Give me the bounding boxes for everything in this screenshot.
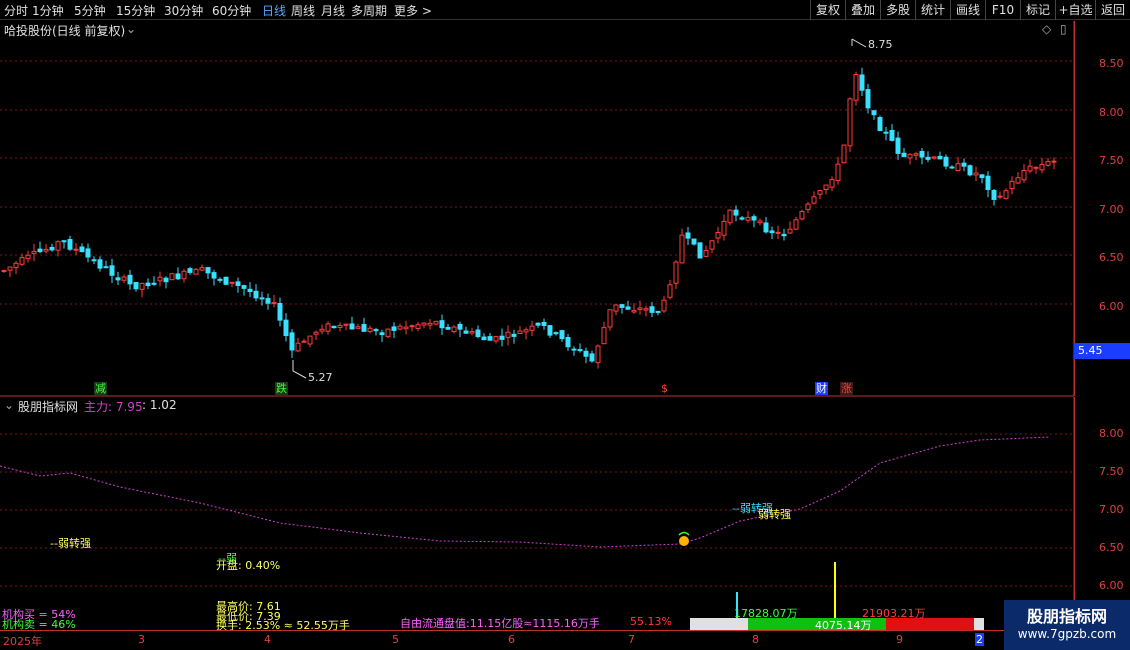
more-periods-menu[interactable]: 更多 > xyxy=(394,2,432,19)
candlestick-series xyxy=(1,67,1057,369)
low-price-label: 5.27 xyxy=(308,371,333,384)
event-tag-finance[interactable]: 财 xyxy=(815,382,828,395)
price-tick: 6.50 xyxy=(1099,251,1124,264)
current-price-badge: 5.45 xyxy=(1074,343,1130,359)
statistics-button[interactable]: 统计 xyxy=(915,0,950,20)
period-tab-daily[interactable]: 日线 xyxy=(262,2,286,19)
period-tab-monthly[interactable]: 月线 xyxy=(321,2,345,19)
overlay-button[interactable]: 叠加 xyxy=(845,0,880,20)
period-tab-15min[interactable]: 15分钟 xyxy=(116,2,155,19)
event-tag-reduce[interactable]: 减 xyxy=(94,382,107,395)
event-tag-dollar[interactable]: $ xyxy=(660,382,669,395)
signal-dot-icon xyxy=(679,536,689,546)
pct-stat: 55.13% xyxy=(630,615,672,628)
logo-title: 股朋指标网 xyxy=(1026,607,1107,626)
period-toolbar: 分时 1分钟 5分钟 15分钟 30分钟 60分钟 日线 周线 月线 多周期 更… xyxy=(0,0,1130,20)
price-tick: 7.50 xyxy=(1099,154,1124,167)
month-label: 9 xyxy=(896,633,903,646)
logo-url: www.7gpzb.com xyxy=(1017,627,1117,641)
date-axis: 2025年 3 4 5 6 7 8 9 2 xyxy=(0,630,1130,650)
adjust-button[interactable]: 复权 xyxy=(810,0,845,20)
site-logo: 股朋指标网 www.7gpzb.com xyxy=(1004,600,1130,650)
month-label: 4 xyxy=(264,633,271,646)
period-tab-multi[interactable]: 多周期 xyxy=(351,2,387,19)
indicator-tick: 6.00 xyxy=(1099,579,1124,592)
month-label: 2025年 xyxy=(3,635,42,648)
period-tab-1min[interactable]: 1分钟 xyxy=(32,2,64,19)
ratio-label: : 1.02 xyxy=(142,398,177,412)
price-tick: 6.00 xyxy=(1099,300,1124,313)
window-toggle-icon[interactable]: ▯ xyxy=(1060,22,1067,36)
indicator-grid xyxy=(0,433,1074,587)
main-force-line xyxy=(0,436,1051,548)
main-force-label: 主力: 7.95 xyxy=(84,400,143,414)
month-label: 6 xyxy=(508,633,515,646)
chevron-down-icon[interactable]: ⌄ xyxy=(126,22,136,36)
diamond-icon[interactable]: ◇ xyxy=(1042,22,1051,36)
indicator-axis: 8.00 7.50 7.00 6.50 6.00 xyxy=(1074,397,1130,630)
indicator-tick: 7.00 xyxy=(1099,503,1124,516)
month-label: 2 xyxy=(975,633,984,646)
stock-title: 哈投股份(日线 前复权) xyxy=(4,24,126,38)
price-tick: 8.00 xyxy=(1099,106,1124,119)
event-tag-fall[interactable]: 跌 xyxy=(275,382,288,395)
signal-weak-to-strong: 弱转强 xyxy=(758,508,791,521)
signal-weak-to-strong: --弱转强 xyxy=(50,537,91,550)
price-tick: 7.00 xyxy=(1099,203,1124,216)
month-label: 5 xyxy=(392,633,399,646)
period-tab-30min[interactable]: 30分钟 xyxy=(164,2,203,19)
month-label: 7 xyxy=(628,633,635,646)
month-label: 3 xyxy=(138,633,145,646)
vol-left-label: 17828.07万 xyxy=(734,607,798,620)
indicator-tick: 8.00 xyxy=(1099,427,1124,440)
chart-canvas[interactable] xyxy=(0,21,1074,630)
month-label: 8 xyxy=(752,633,759,646)
period-tab-5min[interactable]: 5分钟 xyxy=(74,2,106,19)
price-tick: 8.50 xyxy=(1099,57,1124,70)
back-button[interactable]: 返回 xyxy=(1095,0,1130,20)
period-tab-weekly[interactable]: 周线 xyxy=(291,2,315,19)
high-price-label: 8.75 xyxy=(868,38,893,51)
period-tab-60min[interactable]: 60分钟 xyxy=(212,2,251,19)
chevron-down-icon[interactable]: ⌄ xyxy=(4,398,14,412)
vol-right-label: 21903.21万 xyxy=(862,607,926,620)
indicator-tick: 6.50 xyxy=(1099,541,1124,554)
period-tab-tick[interactable]: 分时 xyxy=(4,2,28,19)
indicator-tick: 7.50 xyxy=(1099,465,1124,478)
open-pct-label: 开盘: 0.40% xyxy=(216,559,281,572)
f10-button[interactable]: F10 xyxy=(985,0,1020,20)
price-grid xyxy=(0,60,1074,305)
add-watchlist-button[interactable]: +自选 xyxy=(1055,0,1095,20)
mark-button[interactable]: 标记 xyxy=(1020,0,1055,20)
draw-line-button[interactable]: 画线 xyxy=(950,0,985,20)
indicator-title: 股朋指标网 xyxy=(18,400,79,414)
event-tag-rise[interactable]: 涨 xyxy=(840,382,853,395)
multi-stock-button[interactable]: 多股 xyxy=(880,0,915,20)
float-cap-stat: 自由流通盘值:11.15亿股≈1115.16万手 xyxy=(400,617,600,630)
price-axis: 8.50 8.00 7.50 7.00 6.50 6.00 xyxy=(1074,21,1130,396)
